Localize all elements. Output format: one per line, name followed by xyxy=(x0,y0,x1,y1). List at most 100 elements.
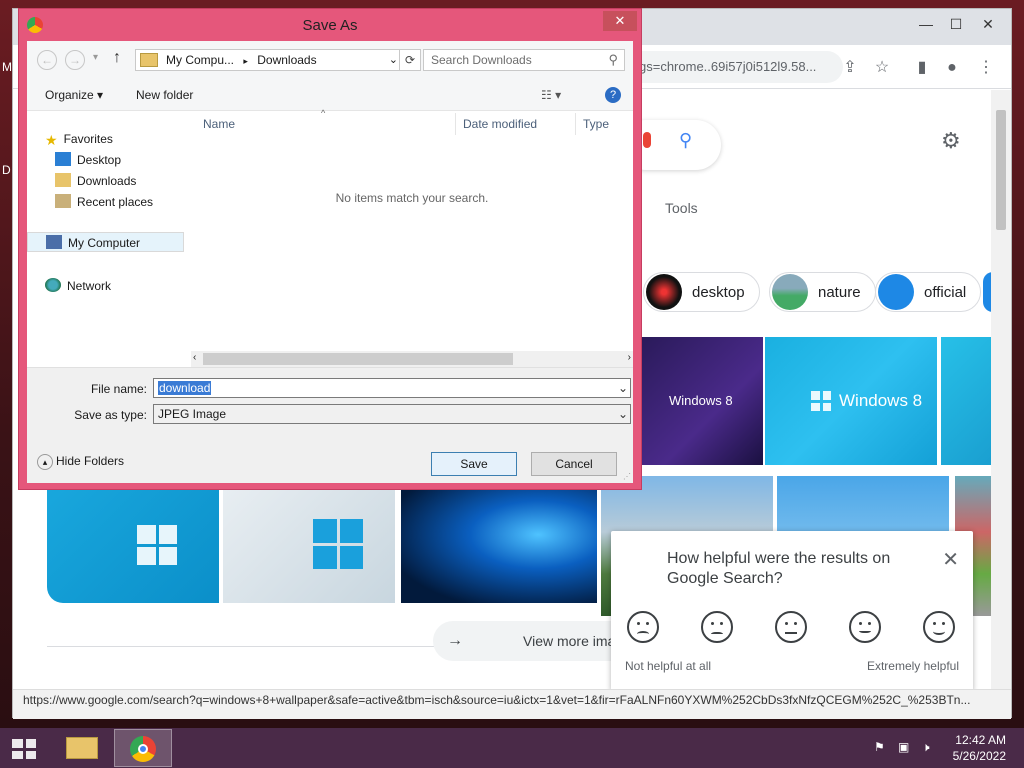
save-button[interactable]: Save xyxy=(431,452,517,476)
nav-favorites[interactable]: ★ Favorites xyxy=(45,129,113,149)
image-result[interactable]: Windows 8 xyxy=(641,337,763,465)
horizontal-scrollbar[interactable]: ‹ › xyxy=(191,351,633,367)
vertical-scrollbar[interactable] xyxy=(991,90,1011,690)
column-separator[interactable] xyxy=(575,113,576,135)
nav-label: Desktop xyxy=(77,153,122,167)
save-as-type-select[interactable]: JPEG Image ⌄ xyxy=(153,404,631,424)
nav-recent-places[interactable]: Recent places xyxy=(55,192,153,212)
dialog-titlebar[interactable]: Save As ✕ xyxy=(19,9,641,41)
maximize-button[interactable]: ☐ xyxy=(941,13,971,35)
star-icon: ★ xyxy=(45,132,58,148)
cancel-button[interactable]: Cancel xyxy=(531,452,617,476)
breadcrumb-root[interactable]: My Compu... xyxy=(166,53,234,67)
hide-folders-button[interactable]: ▴ Hide Folders xyxy=(37,454,124,470)
chevron-down-icon[interactable]: ⌄ xyxy=(389,50,398,70)
microphone-icon[interactable] xyxy=(643,132,651,148)
view-options-icon[interactable]: ☷ ▾ xyxy=(541,88,561,102)
sad-face-icon[interactable] xyxy=(701,611,733,643)
image-result[interactable] xyxy=(941,337,991,465)
nav-desktop[interactable]: Desktop xyxy=(55,150,121,170)
search-input[interactable]: Search Downloads ⚲ xyxy=(423,49,625,71)
column-header-name[interactable]: Name xyxy=(203,117,235,131)
feedback-low-label: Not helpful at all xyxy=(625,659,712,673)
big-smile-face-icon[interactable] xyxy=(923,611,955,643)
back-icon[interactable]: ← xyxy=(37,50,57,70)
chip-official[interactable]: official xyxy=(875,272,982,312)
scrollbar-thumb[interactable] xyxy=(996,110,1006,230)
windows-logo-icon xyxy=(313,519,363,569)
chip-nature[interactable]: nature xyxy=(769,272,876,312)
chip-more[interactable] xyxy=(983,272,991,312)
feedback-high-label: Extremely helpful xyxy=(866,659,959,673)
settings-gear-icon[interactable]: ⚙ xyxy=(941,128,961,154)
profile-avatar-icon[interactable]: ● xyxy=(941,57,963,79)
save-options-pane: File name: download ⌄ Save as type: JPEG… xyxy=(27,367,633,483)
status-bar: https://www.google.com/search?q=windows+… xyxy=(13,689,1011,719)
file-explorer-taskbar-button[interactable] xyxy=(56,729,108,767)
windows-logo-icon xyxy=(811,391,831,411)
desktop-icon-label[interactable]: D xyxy=(2,163,11,177)
chevron-down-icon[interactable]: ⌄ xyxy=(618,379,628,397)
refresh-icon[interactable]: ⟳ xyxy=(399,49,421,71)
nav-label: Downloads xyxy=(77,174,137,188)
up-arrow-icon[interactable]: ↑ xyxy=(113,49,121,67)
close-button[interactable]: ✕ xyxy=(973,13,1003,35)
smile-face-icon[interactable] xyxy=(849,611,881,643)
scroll-left-icon[interactable]: ‹ xyxy=(193,352,196,363)
resize-grip-icon[interactable]: ⋰ xyxy=(623,472,631,481)
side-panel-icon[interactable]: ▮ xyxy=(911,57,933,79)
very-sad-face-icon[interactable] xyxy=(627,611,659,643)
tools-tab[interactable]: Tools xyxy=(665,200,698,216)
menu-kebab-icon[interactable]: ⋮ xyxy=(975,57,997,79)
breadcrumb-current[interactable]: Downloads xyxy=(257,53,316,67)
column-header-type[interactable]: Type xyxy=(583,117,609,131)
image-result[interactable] xyxy=(223,489,395,603)
minimize-button[interactable]: — xyxy=(911,13,941,35)
nav-label: Network xyxy=(67,279,112,293)
breadcrumb[interactable]: My Compu... ▸ Downloads ⌄ xyxy=(135,49,403,71)
start-button[interactable] xyxy=(0,729,52,767)
network-tray-icon[interactable]: ▣ xyxy=(898,740,909,754)
scroll-right-icon[interactable]: › xyxy=(628,352,631,363)
dialog-close-button[interactable]: ✕ xyxy=(603,11,637,31)
chip-desktop[interactable]: desktop xyxy=(643,272,760,312)
recent-locations-chevron-icon[interactable]: ▾ xyxy=(93,52,98,63)
image-result[interactable] xyxy=(401,489,597,603)
column-separator[interactable] xyxy=(455,113,456,135)
scrollbar-thumb[interactable] xyxy=(203,353,513,365)
nav-my-computer[interactable]: My Computer xyxy=(27,232,184,252)
nav-downloads[interactable]: Downloads xyxy=(55,171,136,191)
forward-icon[interactable]: → xyxy=(65,50,85,70)
save-as-type-label: Save as type: xyxy=(74,408,147,422)
chip-label: nature xyxy=(818,283,861,301)
save-as-type-value: JPEG Image xyxy=(158,407,227,421)
chrome-taskbar-button[interactable] xyxy=(114,729,172,767)
volume-muted-icon[interactable]: 🕨 xyxy=(922,740,930,755)
view-more-button[interactable]: → View more ima xyxy=(433,621,633,661)
file-list-pane: ^ Name Date modified Type No items match… xyxy=(191,108,633,367)
nav-label: My Computer xyxy=(68,236,141,250)
organize-button[interactable]: Organize ▾ xyxy=(45,88,103,102)
action-center-flag-icon[interactable]: ⚑ xyxy=(874,740,885,754)
file-name-input[interactable]: download ⌄ xyxy=(153,378,631,398)
desktop-icon-label[interactable]: M xyxy=(2,60,12,74)
close-icon[interactable]: ✕ xyxy=(942,547,959,572)
computer-icon xyxy=(46,235,62,249)
new-folder-button[interactable]: New folder xyxy=(136,88,193,102)
desktop-folder-icon xyxy=(55,152,71,166)
image-result[interactable]: Windows 8 xyxy=(765,337,937,465)
nav-label: Favorites xyxy=(63,132,113,146)
clock[interactable]: 12:42 AM 5/26/2022 xyxy=(953,732,1006,764)
bookmark-star-icon[interactable]: ☆ xyxy=(871,57,893,79)
search-icon[interactable]: ⚲ xyxy=(679,130,692,151)
search-icon: ⚲ xyxy=(608,52,618,67)
neutral-face-icon[interactable] xyxy=(775,611,807,643)
column-header-date-modified[interactable]: Date modified xyxy=(463,117,537,131)
search-placeholder: Search Downloads xyxy=(431,53,532,67)
nav-network[interactable]: Network xyxy=(45,276,111,296)
share-icon[interactable]: ⇪ xyxy=(839,57,861,79)
folder-icon xyxy=(140,53,158,67)
image-result[interactable] xyxy=(47,489,219,603)
chevron-down-icon[interactable]: ⌄ xyxy=(618,405,628,423)
help-icon[interactable]: ? xyxy=(605,87,621,103)
